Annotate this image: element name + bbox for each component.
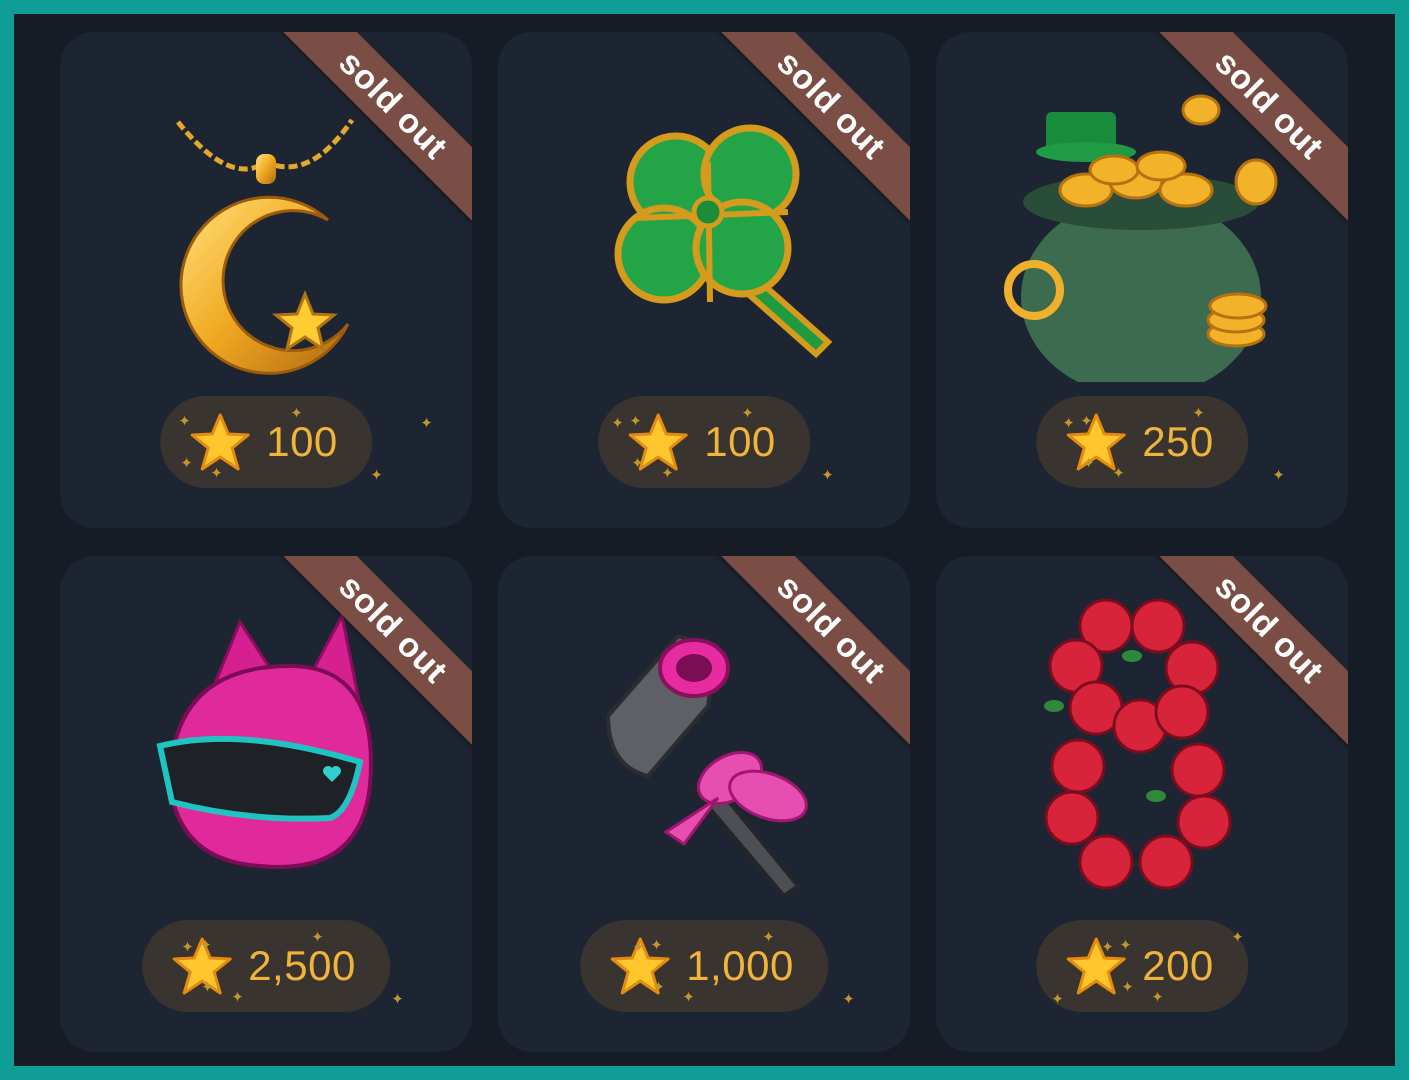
- price-button[interactable]: 2,500 ✦ ✦ ✦ ✦ ✦ ✦: [142, 920, 404, 1012]
- sparkle-icon: ✦: [652, 979, 665, 996]
- sparkle-icon: ✦: [842, 991, 855, 1008]
- gift-card[interactable]: sold out 2,500 ✦ ✦ ✦ ✦ ✦ ✦: [60, 556, 472, 1052]
- sparkle-icon: ✦: [1101, 939, 1114, 956]
- sparkle-icon: ✦: [661, 465, 674, 482]
- price-value: 200: [1142, 942, 1214, 989]
- price-button[interactable]: 250 ✦ ✦ ✦ ✦ ✦ ✦: [1036, 396, 1285, 488]
- gift-grid: sold out 100 ✦ ✦ ✦ ✦ ✦ ✦ sold out 100 ✦ …: [60, 32, 1348, 1052]
- sparkle-icon: ✦: [632, 939, 645, 956]
- sparkle-icon: ✦: [1080, 413, 1093, 430]
- sparkle-icon: ✦: [741, 405, 754, 422]
- sparkle-icon: ✦: [1119, 937, 1132, 954]
- sparkle-icon: ✦: [1231, 929, 1244, 946]
- star-icon: [190, 413, 250, 471]
- sparkle-icon: ✦: [201, 979, 214, 996]
- sparkle-icon: ✦: [1051, 991, 1064, 1008]
- price-value: 100: [704, 418, 776, 465]
- sparkle-icon: ✦: [611, 415, 624, 432]
- sparkle-icon: ✦: [180, 455, 193, 472]
- shop-frame: sold out 100 ✦ ✦ ✦ ✦ ✦ ✦ sold out 100 ✦ …: [14, 14, 1395, 1066]
- sparkle-icon: ✦: [650, 937, 663, 954]
- star-icon: [1066, 937, 1126, 995]
- price-value: 1,000: [686, 942, 794, 989]
- sparkle-icon: ✦: [1272, 467, 1285, 484]
- price-value: 2,500: [248, 942, 356, 989]
- sparkle-icon: ✦: [762, 929, 775, 946]
- sparkle-icon: ✦: [290, 405, 303, 422]
- sparkle-icon: ✦: [1151, 989, 1164, 1006]
- price-button[interactable]: 100 ✦ ✦ ✦ ✦ ✦ ✦: [160, 396, 433, 488]
- gift-card[interactable]: sold out 250 ✦ ✦ ✦ ✦ ✦ ✦: [936, 32, 1348, 528]
- sparkle-icon: ✦: [1082, 455, 1095, 472]
- sparkle-icon: ✦: [420, 415, 433, 432]
- price-button[interactable]: 1,000 ✦ ✦ ✦ ✦ ✦ ✦: [580, 920, 855, 1012]
- price-button[interactable]: 100 ✦ ✦ ✦ ✦ ✦ ✦: [598, 396, 834, 488]
- sparkle-icon: ✦: [231, 989, 244, 1006]
- sparkle-icon: ✦: [821, 467, 834, 484]
- gift-card[interactable]: sold out 100 ✦ ✦ ✦ ✦ ✦ ✦: [60, 32, 472, 528]
- sparkle-icon: ✦: [311, 929, 324, 946]
- sparkle-icon: ✦: [682, 989, 695, 1006]
- gift-card[interactable]: sold out 1,000 ✦ ✦ ✦ ✦ ✦ ✦: [498, 556, 910, 1052]
- sparkle-icon: ✦: [210, 465, 223, 482]
- gift-card[interactable]: sold out 100 ✦ ✦ ✦ ✦ ✦ ✦: [498, 32, 910, 528]
- sparkle-icon: ✦: [1062, 415, 1075, 432]
- sparkle-icon: ✦: [199, 937, 212, 954]
- sparkle-icon: ✦: [178, 413, 191, 430]
- price-value: 100: [266, 418, 338, 465]
- price-button[interactable]: 200 ✦ ✦ ✦ ✦ ✦ ✦: [1036, 920, 1248, 1012]
- sparkle-icon: ✦: [391, 991, 404, 1008]
- sparkle-icon: ✦: [1192, 405, 1205, 422]
- sparkle-icon: ✦: [181, 939, 194, 956]
- sparkle-icon: ✦: [631, 455, 644, 472]
- star-icon: [1066, 413, 1126, 471]
- sparkle-icon: ✦: [1112, 465, 1125, 482]
- gift-card[interactable]: sold out 200 ✦ ✦ ✦ ✦ ✦ ✦: [936, 556, 1348, 1052]
- sparkle-icon: ✦: [370, 467, 383, 484]
- sparkle-icon: ✦: [1121, 979, 1134, 996]
- price-value: 250: [1142, 418, 1214, 465]
- sparkle-icon: ✦: [629, 413, 642, 430]
